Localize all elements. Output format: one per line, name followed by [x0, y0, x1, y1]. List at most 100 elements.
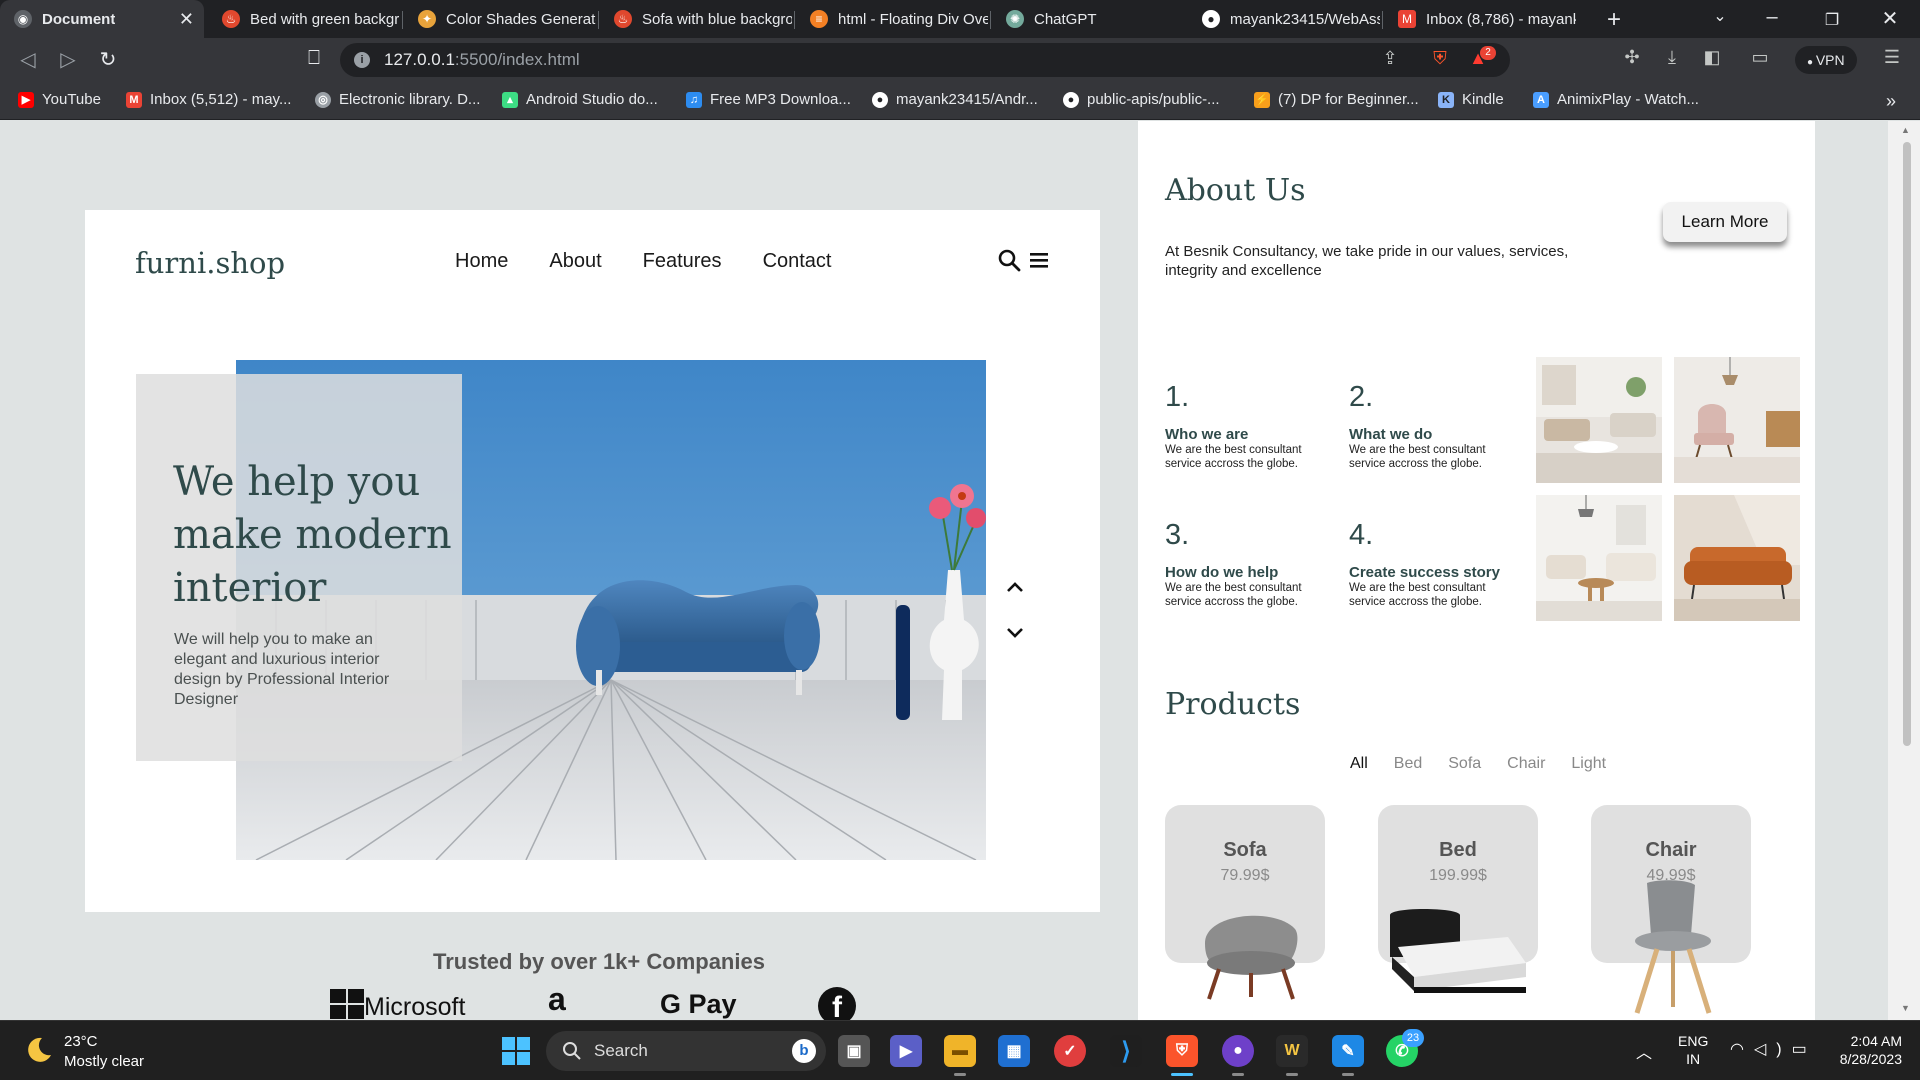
fire-icon: ♨	[614, 10, 632, 28]
tab-github[interactable]: ● mayank23415/WebAss	[1188, 0, 1380, 38]
bookmark-mp3[interactable]: ♫ Free MP3 Downloa...	[686, 91, 851, 108]
tab-bed[interactable]: ♨ Bed with green backgr	[208, 0, 400, 38]
file-explorer-icon[interactable]: ▬	[944, 1035, 976, 1067]
nav-home[interactable]: Home	[455, 250, 508, 273]
wallet-icon[interactable]: ▭	[1746, 47, 1774, 68]
bed-image	[1390, 909, 1526, 993]
hamburger-menu-icon[interactable]	[1029, 250, 1049, 270]
tab-sofa[interactable]: ♨ Sofa with blue backgro	[600, 0, 792, 38]
nav-features[interactable]: Features	[643, 250, 722, 273]
bookmark-youtube[interactable]: ▶ YouTube	[18, 91, 101, 108]
reload-icon[interactable]: ↻	[94, 47, 122, 72]
brave-shield-icon[interactable]: ⛨	[1426, 48, 1454, 69]
about-text: At Besnik Consultancy, we take pride in …	[1165, 243, 1569, 279]
weather-temp[interactable]: 23°C	[64, 1033, 98, 1050]
microsoft-icon	[330, 989, 364, 1019]
headline-line: We help you	[173, 459, 421, 505]
pink-chair-thumbnail	[1674, 357, 1800, 483]
weather-desc[interactable]: Mostly clear	[64, 1053, 144, 1070]
bookmark-kindle[interactable]: K Kindle	[1438, 91, 1504, 108]
filter-light[interactable]: Light	[1571, 755, 1606, 773]
bookmark-label: YouTube	[42, 91, 101, 108]
sidebar-icon[interactable]: ◧	[1698, 47, 1726, 68]
scrollbar-thumb[interactable]	[1903, 142, 1911, 746]
bookmarks-bar: ▶ YouTube M Inbox (5,512) - may... ◎ Electr…	[0, 82, 1920, 120]
bing-icon[interactable]: b	[792, 1039, 816, 1063]
bookmark-public-apis[interactable]: ● public-apis/public-...	[1063, 91, 1220, 108]
close-window-icon[interactable]: ✕	[1870, 6, 1910, 31]
tab-chatgpt[interactable]: ✺ ChatGPT	[992, 0, 1184, 38]
brave-icon[interactable]: ⛨	[1166, 1035, 1198, 1067]
bookmark-animix[interactable]: A AnimixPlay - Watch...	[1533, 91, 1699, 108]
site-info-icon[interactable]: i	[354, 52, 370, 68]
armchair-image	[1205, 915, 1298, 1000]
minimize-icon[interactable]: –	[1752, 6, 1792, 29]
close-tab-icon[interactable]: ✕	[179, 9, 194, 30]
paint-icon[interactable]: ✎	[1332, 1035, 1364, 1067]
tray-icons[interactable]: ◠◁)▭	[1730, 1039, 1817, 1059]
bookmark-library[interactable]: ◎ Electronic library. D...	[315, 91, 480, 108]
scroll-up-icon[interactable]: ▲	[1901, 125, 1910, 135]
windows-start-icon[interactable]	[502, 1037, 530, 1065]
tray-chevron-up-icon[interactable]: ︿	[1636, 1039, 1652, 1063]
bookmark-android[interactable]: ▴ Android Studio do...	[502, 91, 658, 108]
facebook-logo: f	[818, 987, 856, 1020]
site-logo[interactable]: furni.shop	[135, 246, 285, 280]
filter-bed[interactable]: Bed	[1394, 755, 1422, 773]
more-bookmarks-icon[interactable]: »	[1886, 91, 1896, 112]
download-icon[interactable]: ⤓	[1658, 47, 1686, 68]
teams-icon[interactable]: ▶	[890, 1035, 922, 1067]
taskbar-search[interactable]: Search b	[546, 1031, 826, 1071]
vpn-button[interactable]: ● VPN	[1795, 46, 1857, 74]
clock[interactable]: 2:04 AM 8/28/2023	[1830, 1032, 1902, 1068]
scroll-down-icon[interactable]: ▼	[1901, 1003, 1910, 1013]
tab-search-chevron-icon[interactable]: ⌄	[1700, 6, 1740, 26]
bookmark-gmail[interactable]: M Inbox (5,512) - may...	[126, 91, 291, 108]
bookmark-label: Free MP3 Downloa...	[710, 91, 851, 108]
animix-app-icon[interactable]: W	[1276, 1035, 1308, 1067]
search-icon	[563, 1042, 581, 1060]
nav-contact[interactable]: Contact	[763, 250, 832, 273]
tab-stackoverflow[interactable]: ≡ html - Floating Div Ove	[796, 0, 988, 38]
youtube-icon: ▶	[18, 91, 34, 108]
filter-all[interactable]: All	[1350, 755, 1368, 773]
library-icon: ◎	[315, 91, 331, 108]
ms-store-icon[interactable]: ▦	[998, 1035, 1030, 1067]
tab-document[interactable]: ◉ Document ✕	[0, 0, 204, 38]
living-room-thumbnail	[1536, 357, 1662, 483]
address-bar[interactable]: i 127.0.0.1:5500/index.html ⇪ ⛨ ▲ 2	[340, 43, 1510, 77]
chevron-up-icon[interactable]	[1004, 576, 1026, 598]
filter-sofa[interactable]: Sofa	[1448, 755, 1481, 773]
filter-chair[interactable]: Chair	[1507, 755, 1545, 773]
extensions-icon[interactable]: ✣	[1618, 47, 1646, 68]
bookmark-label: Kindle	[1462, 91, 1504, 108]
back-icon[interactable]: ◁	[14, 47, 42, 72]
chair-image	[1634, 880, 1712, 1014]
search-icon[interactable]	[997, 248, 1021, 272]
bookmark-icon[interactable]: ⎕	[300, 47, 328, 70]
orange-sofa-thumbnail	[1674, 495, 1800, 621]
volume-icon[interactable]: ◁)	[1754, 1041, 1792, 1058]
bookmark-github-android[interactable]: ● mayank23415/Andr...	[872, 91, 1038, 108]
battery-icon[interactable]: ▭	[1792, 1041, 1817, 1058]
vscode-icon[interactable]: ⟩	[1110, 1035, 1142, 1067]
wifi-icon[interactable]: ◠	[1730, 1041, 1754, 1058]
chevron-down-icon[interactable]	[1004, 622, 1026, 644]
moon-weather-icon[interactable]	[24, 1035, 54, 1065]
language-indicator[interactable]: ENG IN	[1678, 1032, 1708, 1068]
learn-more-button[interactable]: Learn More	[1663, 202, 1787, 242]
nav-about[interactable]: About	[549, 250, 601, 273]
forward-icon[interactable]: ▷	[54, 47, 82, 72]
todo-icon[interactable]: ✓	[1054, 1035, 1086, 1067]
bookmark-leetcode[interactable]: ⚡ (7) DP for Beginner...	[1254, 91, 1419, 108]
task-view-icon[interactable]: ▣	[838, 1035, 870, 1067]
url-text[interactable]: 127.0.0.1:5500/index.html	[384, 50, 580, 70]
restore-icon[interactable]: ❐	[1812, 10, 1852, 30]
tab-color-shades[interactable]: ✦ Color Shades Generato	[404, 0, 596, 38]
tab-gmail[interactable]: M Inbox (8,786) - mayank	[1384, 0, 1576, 38]
github-desktop-icon[interactable]: ●	[1222, 1035, 1254, 1067]
menu-icon[interactable]: ☰	[1878, 47, 1906, 68]
tab-title: Document	[42, 10, 116, 28]
new-tab-button[interactable]: +	[1594, 6, 1634, 34]
share-icon[interactable]: ⇪	[1376, 48, 1404, 69]
